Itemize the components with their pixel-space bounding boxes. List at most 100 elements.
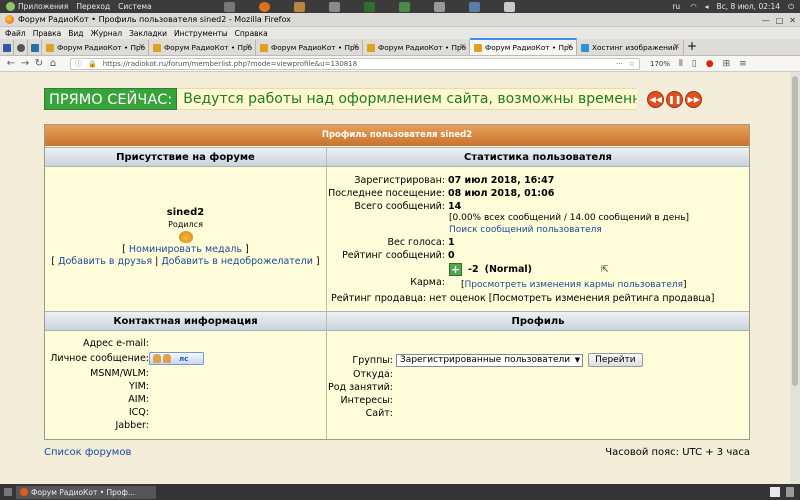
pinned-tab[interactable] — [0, 40, 14, 55]
new-tab-button[interactable]: + — [684, 40, 700, 55]
calculator-launcher-icon[interactable] — [433, 1, 445, 12]
extension-icon[interactable]: ⊞ — [723, 59, 731, 69]
browser-tab[interactable]: Форум РадиоКот • Про ✕ — [363, 40, 470, 55]
volume-icon[interactable]: ◂ — [705, 2, 709, 11]
contact-msnm: MSNM/WLM: — [45, 368, 149, 379]
profile-panel: Профиль пользователя sined2 Присутствие … — [44, 124, 750, 440]
pinned-tab[interactable] — [14, 40, 28, 55]
groups-select[interactable]: Зарегистрированные пользователи ▼ — [396, 353, 584, 367]
tab-label: Форум РадиоКот • Про — [57, 43, 146, 52]
image-viewer-launcher-icon[interactable] — [468, 1, 480, 12]
window-titlebar: Форум РадиоКот • Профиль пользователя si… — [0, 13, 800, 27]
browser-tab-active[interactable]: Форум РадиоКот • Про ✕ — [470, 38, 577, 55]
places-menu[interactable]: Переход — [76, 2, 110, 11]
applications-menu[interactable]: Приложения — [6, 2, 68, 11]
browser-tab[interactable]: Хостинг изображений ✕ — [577, 40, 684, 55]
pm-button-label: лс — [179, 354, 189, 363]
add-foe-link[interactable]: Добавить в недоброжелатели — [161, 256, 313, 267]
terminal-launcher-icon[interactable] — [363, 1, 375, 12]
tools-launcher-icon[interactable] — [328, 1, 340, 12]
bookmark-star-icon[interactable]: ☆ — [629, 60, 635, 68]
site-info-icon[interactable]: ⓘ — [75, 59, 82, 69]
private-message-button[interactable]: лс — [149, 352, 204, 365]
zoom-level[interactable]: 170% — [650, 60, 670, 68]
tab-close-icon[interactable]: ✕ — [245, 42, 252, 51]
search-posts-link[interactable]: Поиск сообщений пользователя — [449, 225, 602, 235]
document-launcher-icon[interactable] — [503, 1, 515, 12]
posts-value: 14 — [448, 201, 462, 212]
rating-label: Рейтинг сообщений: — [342, 250, 445, 261]
tab-close-icon[interactable]: ✕ — [673, 42, 680, 51]
minimize-icon[interactable]: — — [762, 16, 770, 25]
sidebar-icon[interactable]: ▯ — [692, 59, 697, 69]
back-icon[interactable]: ← — [4, 58, 18, 69]
wifi-icon[interactable]: ◠ — [690, 2, 697, 11]
adblock-icon[interactable]: ● — [706, 59, 714, 69]
tab-close-icon[interactable]: ✕ — [459, 42, 466, 51]
ticker-forward-icon[interactable]: ▶▶ — [685, 90, 703, 108]
archive-launcher-icon[interactable] — [293, 1, 305, 12]
browser-tab[interactable]: Форум РадиоКот • Про ✕ — [42, 40, 149, 55]
window-title: Форум РадиоКот • Профиль пользователя si… — [18, 15, 291, 24]
jabber-label: Jabber: — [115, 420, 149, 431]
add-friend-link[interactable]: Добавить в друзья — [58, 256, 152, 267]
maximize-icon[interactable]: □ — [776, 16, 784, 25]
timezone-label: Часовой пояс: UTC + 3 часа — [605, 446, 750, 458]
browser-tab[interactable]: Форум РадиоКот • Про ✕ — [256, 40, 363, 55]
contact-pm: Личное сообщение: лс — [45, 352, 204, 365]
reload-icon[interactable]: ↻ — [32, 58, 46, 69]
clock[interactable]: Вс, 8 июл, 02:14 — [717, 2, 781, 11]
go-button[interactable]: Перейти — [588, 353, 643, 367]
power-icon[interactable]: ⏻ — [788, 2, 794, 12]
ticker-rewind-icon[interactable]: ◀◀ — [647, 90, 665, 108]
browser-tab[interactable]: Форум РадиоКот • Про ✕ — [149, 40, 256, 55]
address-bar[interactable]: ⓘ 🔒 https://radiokot.ru/forum/memberlist… — [70, 57, 640, 70]
tab-close-icon[interactable]: ✕ — [138, 42, 145, 51]
show-desktop-icon[interactable] — [4, 488, 12, 496]
registered-value: 07 июл 2018, 16:47 — [448, 175, 555, 186]
menu-file[interactable]: Файл — [5, 29, 26, 38]
menu-help[interactable]: Справка — [235, 29, 268, 38]
last-visit-label: Последнее посещение: — [328, 188, 445, 199]
system-menu[interactable]: Система — [118, 2, 151, 11]
search-posts-link-text[interactable]: Поиск сообщений пользователя — [449, 225, 602, 235]
user-icon — [163, 354, 171, 363]
stat-registered: Зарегистрирован: 07 июл 2018, 16:47 — [327, 175, 554, 186]
trash-icon[interactable] — [786, 487, 794, 497]
hamburger-menu-icon[interactable]: ≡ — [739, 59, 747, 69]
interests-label: Интересы: — [340, 395, 394, 406]
karma-plus-button[interactable]: + — [449, 263, 462, 276]
nominate-medal-link[interactable]: Номинировать медаль — [129, 244, 242, 255]
tab-close-icon[interactable]: ✕ — [566, 42, 573, 51]
forward-icon[interactable]: → — [18, 58, 32, 69]
menu-history[interactable]: Журнал — [91, 29, 123, 38]
site-label: Сайт: — [365, 408, 393, 419]
scrollbar-thumb[interactable] — [792, 76, 798, 386]
taskbar-firefox-window[interactable]: Форум РадиоКот • Проф... — [16, 485, 156, 499]
profile-groups: Группы: Зарегистрированные пользователи ▼… — [327, 353, 643, 367]
menu-view[interactable]: Вид — [68, 29, 83, 38]
library-icon[interactable]: ⫴ — [679, 59, 683, 69]
keyboard-layout-indicator[interactable]: ru — [672, 2, 680, 11]
ticker-pause-icon[interactable]: ❚❚ — [666, 90, 684, 108]
tab-close-icon[interactable]: ✕ — [352, 42, 359, 51]
home-icon[interactable]: ⌂ — [46, 58, 60, 69]
karma-history-link[interactable]: Просмотреть изменения кармы пользователя — [465, 280, 683, 290]
lock-icon: 🔒 — [88, 59, 97, 68]
firefox-launcher-icon[interactable] — [258, 1, 270, 12]
tab-label: Форум РадиоКот • Про — [378, 43, 467, 52]
close-window-icon[interactable]: ✕ — [789, 16, 796, 25]
posts-label: Всего сообщений: — [354, 201, 445, 212]
menu-edit[interactable]: Правка — [33, 29, 62, 38]
settings-launcher-icon[interactable] — [223, 1, 235, 12]
page-actions-icon[interactable]: ··· — [616, 60, 623, 68]
occupation-label: Род занятий: — [327, 382, 393, 393]
menu-bookmarks[interactable]: Закладки — [129, 29, 167, 38]
pinned-tab[interactable] — [28, 40, 42, 55]
karma-label: Карма: — [410, 277, 445, 288]
workspace-switcher-icon[interactable] — [770, 487, 780, 497]
forum-list-link[interactable]: Список форумов — [44, 447, 131, 458]
contact-email: Адрес e-mail: — [45, 338, 149, 349]
editor-launcher-icon[interactable] — [398, 1, 410, 12]
menu-tools[interactable]: Инструменты — [174, 29, 228, 38]
